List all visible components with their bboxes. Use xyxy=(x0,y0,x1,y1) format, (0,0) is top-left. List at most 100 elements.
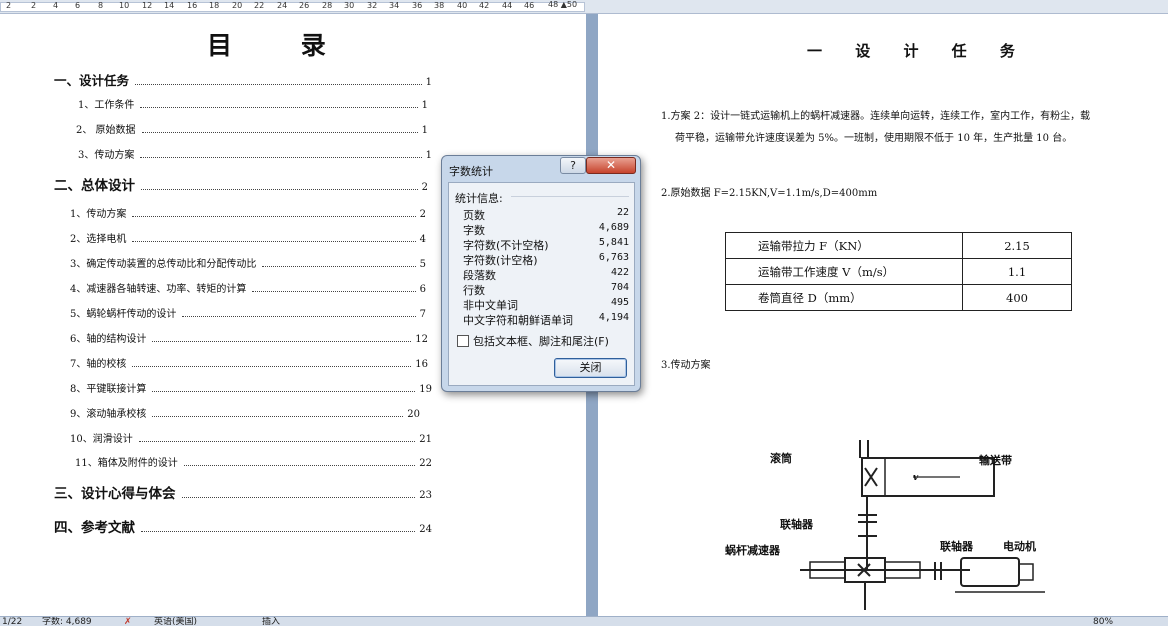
language-indicator[interactable]: 英语(美国) xyxy=(154,617,197,626)
ruler-number: 8 xyxy=(98,1,104,10)
toc-entry-page: 1 xyxy=(425,150,432,161)
dialog-title: 字数统计 xyxy=(449,165,493,178)
ruler-number: 26 xyxy=(299,1,310,10)
close-icon[interactable]: ✕ xyxy=(586,157,636,174)
ruler-number: 20 xyxy=(232,1,243,10)
toc-leader-dots xyxy=(132,241,416,242)
ruler-number: 24 xyxy=(277,1,288,10)
toc-entry[interactable]: 4、减速器各轴转速、功率、转矩的计算 6 xyxy=(70,280,426,295)
toc-entry[interactable]: 11、箱体及附件的设计 22 xyxy=(75,454,432,469)
toc-entry-label: 一、设计任务 xyxy=(54,73,130,88)
statistic-name: 字符数(不计空格) xyxy=(463,239,549,252)
ruler-number: 40 xyxy=(457,1,468,10)
toc-leader-dots xyxy=(152,341,412,342)
close-button[interactable]: 关闭 xyxy=(554,358,627,378)
horizontal-ruler[interactable]: 2 2 4 6 8 10 12 14 16 18 20 22 24 26 28 30 32 34 36 38 40 42 4… xyxy=(0,0,1168,14)
toc-entry[interactable]: 10、润滑设计 21 xyxy=(70,430,432,445)
word-count-dialog[interactable]: 字数统计 ? ✕ 统计信息: 页数 22 字数 4,689 字符数(不计空格) 5,841… xyxy=(441,155,641,392)
toc-leader-dots xyxy=(140,107,418,108)
ruler-number: 42 xyxy=(479,1,490,10)
include-textboxes-checkbox[interactable] xyxy=(457,335,469,347)
toc-entry[interactable]: 3、传动方案 1 xyxy=(78,146,432,161)
toc-entry-page: 1 xyxy=(425,77,432,88)
statistic-row: 中文字符和朝鲜语单词 4,194 xyxy=(463,312,631,327)
statistic-name: 中文字符和朝鲜语单词 xyxy=(463,314,573,327)
toc-entry-label: 10、润滑设计 xyxy=(70,434,133,445)
statistic-row: 字符数(不计空格) 5,841 xyxy=(463,237,631,252)
include-textboxes-label[interactable]: 包括文本框、脚注和尾注(F) xyxy=(473,333,609,349)
toc-entry[interactable]: 一、设计任务 1 xyxy=(54,70,432,89)
toc-entry[interactable]: 1、传动方案 2 xyxy=(70,205,426,220)
raw-data-paragraph: 2.原始数据 F=2.15KN,V=1.1m/s,D=400mm xyxy=(661,188,878,199)
statistic-value: 4,194 xyxy=(598,312,629,323)
toc-entry-label: 3、传动方案 xyxy=(78,150,135,161)
toc-leader-dots xyxy=(262,266,416,267)
statistics-label: 统计信息: xyxy=(455,192,503,205)
statistic-name: 段落数 xyxy=(463,269,496,282)
toc-entry-page: 7 xyxy=(419,309,426,320)
table-row: 卷筒直径 D（mm） 400 xyxy=(725,284,1072,311)
design-task-page[interactable]: 一 设 计 任 务 1.方案 2：设计一链式运输机上的蜗杆减速器。连续单向运转，… xyxy=(598,14,1168,616)
ruler-number: 2 xyxy=(31,1,37,10)
toc-entry[interactable]: 7、轴的校核 16 xyxy=(70,355,428,370)
dialog-titlebar[interactable]: 字数统计 ? ✕ xyxy=(442,156,640,180)
ruler-number: 30 xyxy=(344,1,355,10)
ruler-number: 34 xyxy=(389,1,400,10)
page-indicator[interactable]: 1/22 xyxy=(2,617,22,626)
toc-entry[interactable]: 2、选择电机 4 xyxy=(70,230,426,245)
ruler-text-area xyxy=(0,2,585,12)
ruler-number: 46 xyxy=(524,1,535,10)
toc-entry-label: 11、箱体及附件的设计 xyxy=(75,458,178,469)
toc-leader-dots xyxy=(132,366,412,367)
toc-leader-dots xyxy=(141,132,418,133)
ruler-number: 2 xyxy=(6,1,12,10)
toc-entry-page: 21 xyxy=(419,434,432,445)
proofing-icon[interactable]: ✗ xyxy=(124,617,132,626)
toc-entry-label: 3、确定传动装置的总传动比和分配传动比 xyxy=(70,259,257,270)
statistic-value: 495 xyxy=(610,297,629,308)
raw-data-table: 运输带拉力 F（KN） 2.15 运输带工作速度 V（m/s） 1.1 卷筒直径… xyxy=(725,232,1072,311)
coupling-right-label: 联轴器 xyxy=(940,539,974,553)
scheme-paragraph-line-1: 1.方案 2：设计一链式运输机上的蜗杆减速器。连续单向运转，连续工作，室内工作，… xyxy=(661,111,1091,122)
toc-entry[interactable]: 2、 原始数据 1 xyxy=(76,121,428,136)
toc-entry-label: 4、减速器各轴转速、功率、转矩的计算 xyxy=(70,284,247,295)
table-cell-name: 卷筒直径 D（mm） xyxy=(725,284,963,311)
toc-entry[interactable]: 1、工作条件 1 xyxy=(78,96,428,111)
statistic-value: 422 xyxy=(610,267,629,278)
toc-entry[interactable]: 3、确定传动装置的总传动比和分配传动比 5 xyxy=(70,255,426,270)
ruler-number: 44 xyxy=(502,1,513,10)
statistics-divider xyxy=(511,196,629,197)
toc-leader-dots xyxy=(183,465,416,466)
toc-entry[interactable]: 5、蜗轮蜗杆传动的设计 7 xyxy=(70,305,426,320)
statistic-value: 4,689 xyxy=(598,222,629,233)
statistic-value: 5,841 xyxy=(598,237,629,248)
statistic-row: 字数 4,689 xyxy=(463,222,631,237)
toc-entry[interactable]: 6、轴的结构设计 12 xyxy=(70,330,428,345)
toc-entry[interactable]: 三、设计心得与体会 23 xyxy=(54,482,432,502)
help-button[interactable]: ? xyxy=(560,157,586,174)
toc-entry-label: 6、轴的结构设计 xyxy=(70,334,147,345)
table-row: 运输带拉力 F（KN） 2.15 xyxy=(725,232,1072,259)
toc-entry[interactable]: 8、平键联接计算 19 xyxy=(70,380,432,395)
toc-entry-label: 2、选择电机 xyxy=(70,234,127,245)
statistic-name: 页数 xyxy=(463,209,485,222)
toc-entry-label: 2、 原始数据 xyxy=(76,125,136,136)
transmission-scheme-heading: 3.传动方案 xyxy=(661,360,711,371)
ruler-number: 28 xyxy=(322,1,333,10)
ruler-number: 32 xyxy=(367,1,378,10)
table-cell-name: 运输带拉力 F（KN） xyxy=(725,232,963,259)
toc-leader-dots xyxy=(252,291,416,292)
zoom-level[interactable]: 80% xyxy=(1093,617,1113,626)
ruler-number: 16 xyxy=(187,1,198,10)
toc-entry[interactable]: 9、滚动轴承校核 20 xyxy=(70,405,420,420)
motor-label: 电动机 xyxy=(1003,539,1036,553)
coupling-top-label: 联轴器 xyxy=(780,517,814,531)
toc-entry-page: 4 xyxy=(419,234,426,245)
belt-velocity-label: v xyxy=(913,473,919,483)
ruler-number: 36 xyxy=(412,1,423,10)
toc-entry[interactable]: 二、总体设计 2 xyxy=(54,174,428,194)
toc-entry[interactable]: 四、参考文献 24 xyxy=(54,516,432,536)
ruler-number: 4 xyxy=(53,1,59,10)
word-count-indicator[interactable]: 字数: 4,689 xyxy=(42,617,92,626)
insert-mode-indicator[interactable]: 插入 xyxy=(262,617,280,626)
